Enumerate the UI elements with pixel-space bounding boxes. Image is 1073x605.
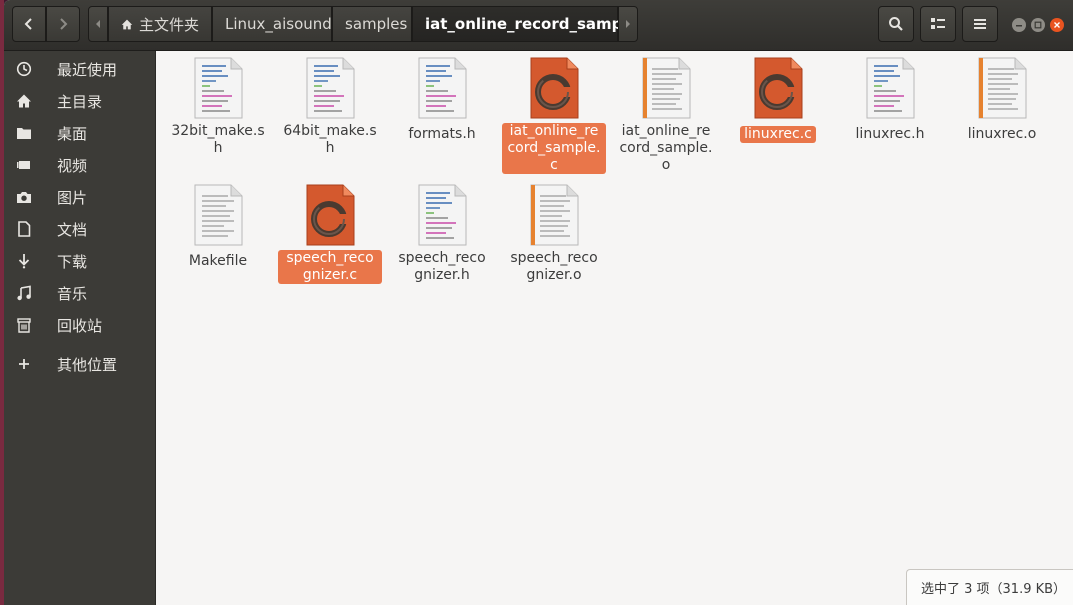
file-name: 32bit_make.sh xyxy=(171,123,265,156)
sidebar-item-label: 图片 xyxy=(57,188,88,207)
sidebar-item-label: 主目录 xyxy=(57,92,103,111)
view-toggle-button[interactable] xyxy=(920,6,956,42)
clock-icon xyxy=(16,61,32,77)
breadcrumb-current[interactable]: iat_online_record_sample xyxy=(412,6,638,42)
minimize-icon xyxy=(1016,25,1022,27)
sidebar-item-label: 音乐 xyxy=(57,284,88,303)
file-name: iat_online_record_sample.o xyxy=(619,123,713,173)
file-name: speech_recognizer.c xyxy=(278,250,382,284)
c-source-file-icon xyxy=(754,57,803,119)
file-grid: 32bit_make.sh 64bit_make.sh formats.h ia… xyxy=(156,51,1073,605)
triangle-right-icon xyxy=(626,20,630,28)
sidebar-item-label: 文档 xyxy=(57,220,88,239)
file-name: linuxrec.h xyxy=(855,126,925,142)
breadcrumb-scroll-left[interactable] xyxy=(88,6,108,42)
file-name: formats.h xyxy=(408,126,476,142)
sidebar-item-label: 其他位置 xyxy=(57,355,118,374)
home-icon xyxy=(121,19,133,29)
c-source-file-icon xyxy=(530,57,579,119)
file-name: linuxrec.o xyxy=(967,126,1037,142)
download-icon xyxy=(18,254,30,269)
trash-icon xyxy=(17,318,31,333)
sidebar-item-label: 视频 xyxy=(57,156,88,175)
back-button[interactable] xyxy=(12,6,46,42)
sidebar-item-home[interactable]: 主目录 xyxy=(4,86,155,116)
object-file-icon xyxy=(642,57,691,119)
sidebar-item-label: 最近使用 xyxy=(57,60,118,79)
file-name: 64bit_make.sh xyxy=(283,123,377,156)
chevron-right-icon xyxy=(60,18,68,30)
object-file-icon xyxy=(530,184,579,246)
file-name: iat_online_record_sample.c xyxy=(502,123,606,174)
minimize-button[interactable] xyxy=(1012,18,1026,32)
sidebar-item-label: 下载 xyxy=(57,252,88,271)
sidebar-item-pictures[interactable]: 图片 xyxy=(4,182,155,212)
sidebar-item-desktop[interactable]: 桌面 xyxy=(4,118,155,148)
sidebar-item-trash[interactable]: 回收站 xyxy=(4,310,155,340)
triangle-left-icon xyxy=(96,20,100,28)
breadcrumb-linux-aisound[interactable]: Linux_aisound xyxy=(212,6,332,42)
hamburger-menu-icon xyxy=(974,19,986,29)
header-file-icon xyxy=(866,57,915,119)
plus-icon xyxy=(19,359,29,369)
sidebar: 最近使用 主目录 桌面 视频 图片 文档 下载 音乐 回收站 其他位置 xyxy=(4,51,156,605)
close-icon xyxy=(1054,22,1060,28)
file-name: linuxrec.c xyxy=(740,126,816,143)
breadcrumb-scroll-right[interactable] xyxy=(618,6,638,42)
camera-icon xyxy=(17,192,31,203)
document-icon xyxy=(18,221,31,237)
folder-icon xyxy=(17,128,31,139)
sidebar-item-recent[interactable]: 最近使用 xyxy=(4,54,155,84)
breadcrumb-label: iat_online_record_sample xyxy=(425,15,638,33)
maximize-icon xyxy=(1034,21,1042,29)
search-button[interactable] xyxy=(878,6,914,42)
chevron-left-icon xyxy=(24,18,32,30)
header-file-icon xyxy=(418,57,467,119)
sidebar-item-downloads[interactable]: 下载 xyxy=(4,246,155,276)
music-icon xyxy=(17,285,31,301)
script-file-icon xyxy=(306,57,355,119)
file-name: speech_recognizer.o xyxy=(510,250,598,283)
file-manager-window: 主文件夹 Linux_aisound samples iat_online_re… xyxy=(4,0,1073,605)
object-file-icon xyxy=(978,57,1027,119)
breadcrumb-samples[interactable]: samples xyxy=(332,6,412,42)
breadcrumb-label: samples xyxy=(345,15,408,33)
video-icon xyxy=(17,161,30,169)
home-icon xyxy=(17,94,31,108)
file-name: Makefile xyxy=(188,253,248,269)
search-icon xyxy=(889,17,903,31)
header-bar: 主文件夹 Linux_aisound samples iat_online_re… xyxy=(4,0,1073,51)
breadcrumb-label: Linux_aisound xyxy=(225,15,332,33)
sidebar-item-other-locations[interactable]: 其他位置 xyxy=(4,349,155,379)
menu-button[interactable] xyxy=(962,6,998,42)
maximize-button[interactable] xyxy=(1031,18,1045,32)
c-source-file-icon xyxy=(306,184,355,246)
sidebar-item-documents[interactable]: 文档 xyxy=(4,214,155,244)
script-file-icon xyxy=(194,57,243,119)
selection-status-bar: 选中了 3 项（31.9 KB） xyxy=(906,569,1073,605)
view-toggle-icon xyxy=(931,18,945,29)
status-text: 选中了 3 项（31.9 KB） xyxy=(921,582,1067,597)
close-button[interactable] xyxy=(1050,18,1064,32)
header-file-icon xyxy=(418,184,467,246)
sidebar-item-videos[interactable]: 视频 xyxy=(4,150,155,180)
text-file-icon xyxy=(194,184,243,246)
forward-button[interactable] xyxy=(46,6,80,42)
sidebar-item-label: 回收站 xyxy=(57,316,103,335)
sidebar-item-label: 桌面 xyxy=(57,124,88,143)
breadcrumb-label: 主文件夹 xyxy=(138,15,199,34)
file-name: speech_recognizer.h xyxy=(398,250,486,283)
sidebar-item-music[interactable]: 音乐 xyxy=(4,278,155,308)
breadcrumb-home[interactable]: 主文件夹 xyxy=(108,6,212,42)
